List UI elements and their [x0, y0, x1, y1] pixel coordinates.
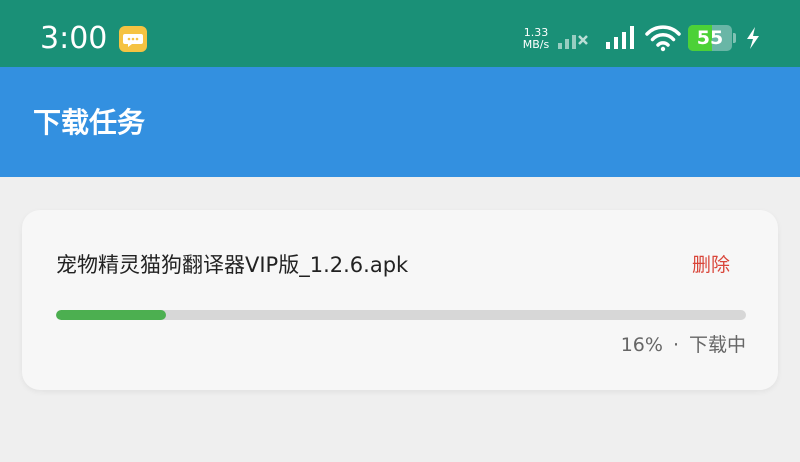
message-icon	[119, 26, 147, 52]
separator-dot: ·	[672, 334, 679, 356]
wifi-icon	[645, 25, 681, 52]
progress-fill	[56, 310, 167, 320]
page-title: 下载任务	[33, 106, 146, 139]
download-task-card: 宠物精灵猫狗翻译器VIP版_1.2.6.apk 删除 16% · 下载中	[22, 210, 778, 390]
battery-level: 55	[696, 27, 724, 49]
signal-icon	[606, 26, 634, 49]
status-bar: 3:00 1.33 MB/s 55	[0, 0, 800, 67]
charging-icon	[747, 27, 759, 49]
file-name: 宠物精灵猫狗翻译器VIP版_1.2.6.apk	[56, 253, 409, 277]
download-state: 下载中	[688, 334, 746, 356]
signal-weak-icon	[558, 35, 588, 49]
delete-button[interactable]: 删除	[692, 250, 730, 280]
network-speed-unit: MB/s	[522, 38, 550, 51]
status-time: 3:00	[40, 21, 108, 56]
progress-percent: 16%	[620, 334, 663, 356]
app-bar: 下载任务	[0, 67, 800, 177]
download-progress-bar	[56, 310, 746, 320]
network-speed: 1.33 MB/s	[518, 27, 554, 51]
download-status: 16% · 下载中	[621, 331, 746, 359]
battery-icon: 55	[688, 25, 736, 51]
